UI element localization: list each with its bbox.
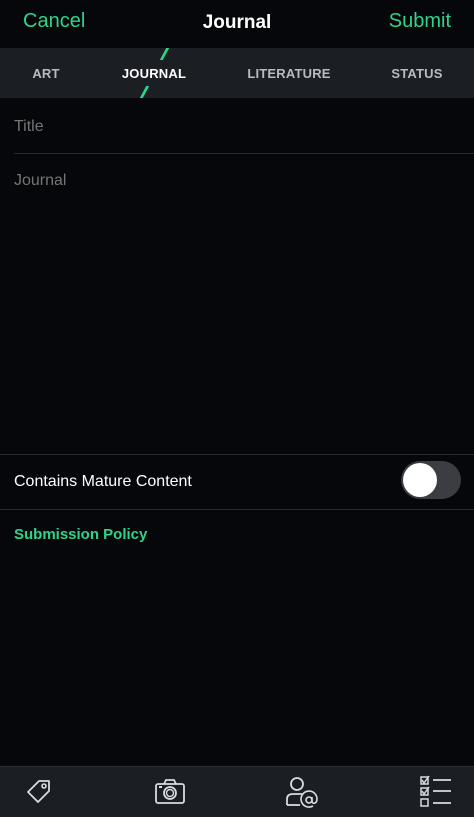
submission-policy-link[interactable]: Submission Policy: [14, 526, 147, 543]
tab-status[interactable]: STATUS: [384, 48, 450, 98]
mature-content-label: Contains Mature Content: [14, 473, 192, 490]
top-navigation-bar: Cancel Journal Submit: [0, 0, 474, 48]
journal-body-input[interactable]: [14, 170, 460, 430]
tab-journal[interactable]: JOURNAL: [112, 48, 196, 98]
divider: [0, 454, 474, 455]
tag-icon[interactable]: [20, 775, 56, 809]
camera-icon[interactable]: [152, 775, 188, 809]
mention-user-icon[interactable]: [284, 775, 320, 809]
bottom-toolbar: [0, 766, 474, 817]
mature-content-toggle[interactable]: [401, 461, 461, 499]
divider: [0, 509, 474, 510]
submit-button[interactable]: Submit: [389, 10, 451, 33]
tab-literature[interactable]: LITERATURE: [240, 48, 338, 98]
divider: [14, 153, 474, 154]
toggle-knob: [403, 463, 437, 497]
tab-art[interactable]: ART: [20, 48, 72, 98]
checklist-icon[interactable]: [418, 775, 454, 809]
submission-type-tabs: ART JOURNAL LITERATURE STATUS: [0, 48, 474, 98]
title-input[interactable]: [14, 116, 460, 138]
